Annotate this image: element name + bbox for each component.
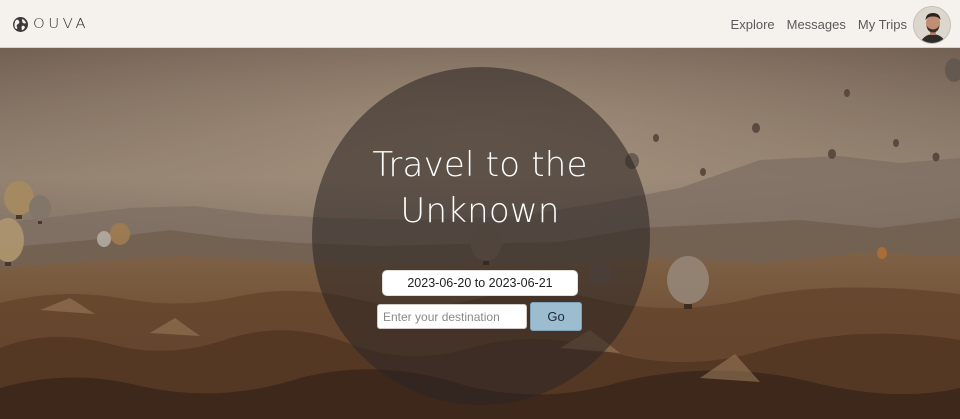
user-avatar[interactable] xyxy=(913,6,951,44)
destination-input[interactable] xyxy=(377,304,527,329)
nav-explore[interactable]: Explore xyxy=(731,17,775,32)
date-range-picker[interactable]: 2023-06-20 to 2023-06-21 xyxy=(382,270,578,296)
brand-name: OUVA xyxy=(33,16,90,32)
nav-my-trips[interactable]: My Trips xyxy=(858,17,907,32)
go-button[interactable]: Go xyxy=(530,302,582,331)
hero-title: Travel to the Unknown xyxy=(330,142,630,234)
main-nav: Explore Messages My Trips xyxy=(731,0,907,48)
hero-overlay-circle xyxy=(312,67,650,405)
hero-title-line-2: Unknown xyxy=(400,191,560,231)
top-navbar: OUVA Explore Messages My Trips xyxy=(0,0,960,48)
hero-title-line-1: Travel to the xyxy=(372,145,588,185)
globe-icon xyxy=(12,16,29,33)
brand-logo[interactable]: OUVA xyxy=(12,14,86,34)
hero-section: Travel to the Unknown 2023-06-20 to 2023… xyxy=(0,48,960,419)
nav-messages[interactable]: Messages xyxy=(787,17,846,32)
